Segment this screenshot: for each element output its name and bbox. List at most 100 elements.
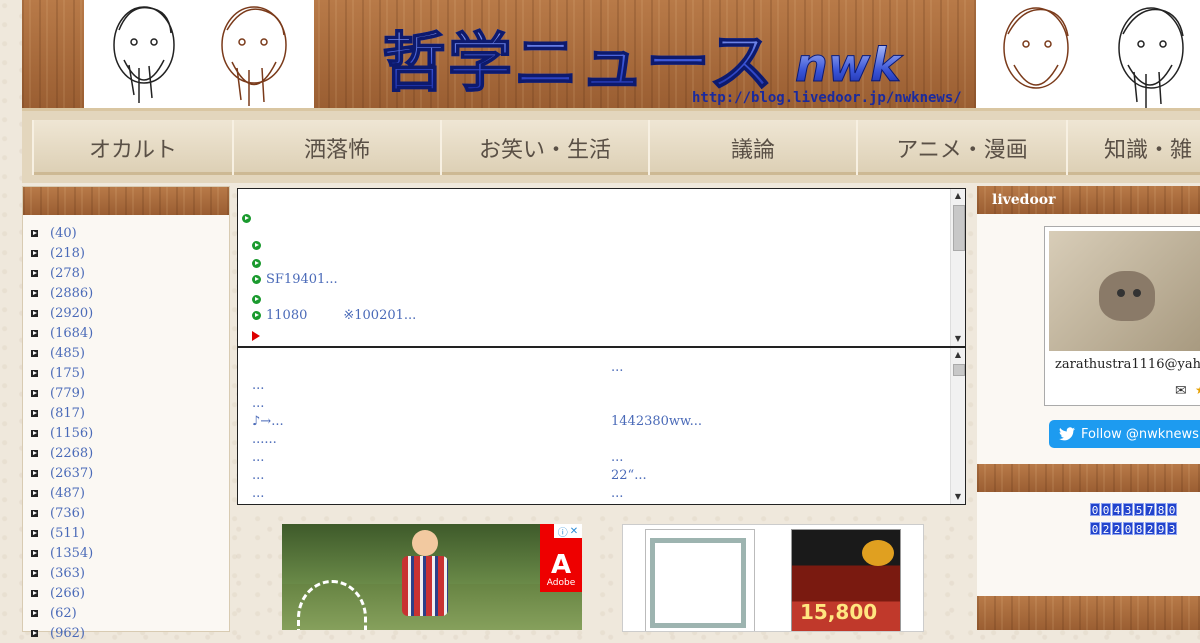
category-count[interactable]: (485) — [50, 346, 85, 361]
category-count[interactable]: (962) — [50, 626, 85, 641]
category-count[interactable]: (2637) — [50, 466, 93, 481]
arrow-bullet-icon — [31, 449, 38, 457]
category-count[interactable]: (2886) — [50, 286, 93, 301]
twitter-follow-button[interactable]: Follow @nwknews — [1049, 420, 1200, 448]
category-count[interactable]: (1156) — [50, 426, 93, 441]
scroll-down-icon[interactable]: ▼ — [951, 490, 965, 504]
site-title-suffix[interactable]: nwk — [795, 38, 902, 93]
news-link[interactable]: ... — [252, 468, 284, 486]
list-item[interactable]: (2268) — [31, 443, 229, 463]
close-icon[interactable]: ✕ — [570, 526, 578, 537]
news-link[interactable]: ... — [252, 450, 284, 468]
news-link[interactable] — [611, 432, 702, 450]
profile-email[interactable]: zarathustra1116@yahoo.c — [1055, 357, 1200, 372]
advertisement-products[interactable]: 15,800 — [622, 524, 924, 632]
news-column-left: ... ... ♪→... ...... ... ... ... — [252, 360, 284, 504]
osechi-product-image[interactable]: 15,800 — [791, 529, 901, 631]
news-link[interactable]: ♪→... — [252, 414, 284, 432]
scrollbar[interactable]: ▲ ▼ — [950, 348, 965, 504]
arrow-bullet-icon — [31, 569, 38, 577]
ad-choices[interactable]: ⓘ ✕ — [554, 524, 582, 539]
list-item[interactable]: (40) — [31, 223, 229, 243]
category-count[interactable]: (40) — [50, 226, 77, 241]
feed-item[interactable]: 11080 ※100201... — [252, 308, 416, 323]
news-link[interactable] — [611, 378, 702, 396]
news-link[interactable]: ... — [252, 486, 284, 504]
nav-item-debate[interactable]: 議論 — [648, 120, 858, 175]
news-link[interactable]: ... — [252, 396, 284, 414]
category-count[interactable]: (736) — [50, 506, 85, 521]
nav-item-knowledge[interactable]: 知識・雑 — [1066, 120, 1200, 175]
list-item[interactable]: (736) — [31, 503, 229, 523]
list-item[interactable]: (266) — [31, 583, 229, 603]
category-count[interactable]: (2268) — [50, 446, 93, 461]
advertisement-adobe[interactable]: A Adobe ⓘ ✕ — [282, 524, 582, 630]
news-link[interactable] — [611, 396, 702, 414]
category-count[interactable]: (2920) — [50, 306, 93, 321]
category-count[interactable]: (487) — [50, 486, 85, 501]
news-link[interactable]: 22“... — [611, 468, 702, 486]
counter-digit: 5 — [1134, 503, 1144, 517]
category-count[interactable]: (218) — [50, 246, 85, 261]
list-item[interactable]: (485) — [31, 343, 229, 363]
list-item[interactable]: (817) — [31, 403, 229, 423]
news-link[interactable]: ... — [611, 486, 702, 504]
news-link[interactable]: ... — [611, 450, 702, 468]
site-url[interactable]: http://blog.livedoor.jp/nwknews/ — [692, 90, 962, 106]
news-link[interactable] — [252, 360, 284, 378]
list-item[interactable]: (175) — [31, 363, 229, 383]
category-count[interactable]: (511) — [50, 526, 85, 541]
list-item[interactable]: (363) — [31, 563, 229, 583]
news-link[interactable]: ... — [611, 360, 702, 378]
category-count[interactable]: (62) — [50, 606, 77, 621]
product-image-box[interactable] — [645, 529, 755, 631]
info-icon[interactable]: ⓘ — [558, 524, 568, 539]
list-item[interactable]: (511) — [31, 523, 229, 543]
list-item[interactable]: (62) — [31, 603, 229, 623]
scroll-thumb[interactable] — [953, 205, 965, 251]
category-count[interactable]: (817) — [50, 406, 85, 421]
scroll-up-icon[interactable]: ▲ — [951, 189, 965, 203]
list-item[interactable]: (278) — [31, 263, 229, 283]
nav-item-sharekowa[interactable]: 洒落怖 — [232, 120, 442, 175]
list-item[interactable]: (1354) — [31, 543, 229, 563]
category-count[interactable]: (1684) — [50, 326, 93, 341]
list-item[interactable]: (962) — [31, 623, 229, 643]
scrollbar[interactable]: ▲ ▼ — [950, 189, 965, 346]
scroll-thumb[interactable] — [953, 364, 965, 376]
news-link[interactable]: ... — [252, 378, 284, 396]
list-item[interactable]: (2637) — [31, 463, 229, 483]
scroll-down-icon[interactable]: ▼ — [951, 332, 965, 346]
list-item[interactable]: (1156) — [31, 423, 229, 443]
list-item[interactable]: (2886) — [31, 283, 229, 303]
category-nav: オカルト 洒落怖 お笑い・生活 議論 アニメ・漫画 知識・雑 — [22, 108, 1200, 183]
nav-item-occult[interactable]: オカルト — [32, 120, 234, 175]
feed-item[interactable] — [252, 328, 260, 343]
list-item[interactable]: (218) — [31, 243, 229, 263]
feed-item[interactable] — [242, 211, 256, 226]
news-link[interactable]: 1442380ww... — [611, 414, 702, 432]
list-item[interactable]: (2920) — [31, 303, 229, 323]
list-item[interactable]: (779) — [31, 383, 229, 403]
mail-icon[interactable]: ✉ — [1175, 383, 1187, 399]
category-count[interactable]: (266) — [50, 586, 85, 601]
feed-item[interactable] — [252, 256, 266, 271]
category-count[interactable]: (779) — [50, 386, 85, 401]
category-count[interactable]: (175) — [50, 366, 85, 381]
feed-item[interactable] — [252, 292, 266, 307]
star-icon[interactable]: ★ — [1195, 383, 1200, 397]
news-link[interactable]: ...... — [252, 432, 284, 450]
scroll-up-icon[interactable]: ▲ — [951, 348, 965, 362]
feed-item[interactable]: SF19401... — [252, 272, 338, 287]
news-links-box[interactable]: ... ... ♪→... ...... ... ... ... ... 144… — [237, 347, 966, 505]
category-count[interactable]: (278) — [50, 266, 85, 281]
nav-item-anime-manga[interactable]: アニメ・漫画 — [856, 120, 1068, 175]
feed-item[interactable] — [252, 238, 266, 253]
rss-feed-box[interactable]: SF19401... 11080 ※100201... ▲ ▼ — [237, 188, 966, 348]
kitten-photo[interactable] — [1049, 231, 1200, 351]
list-item[interactable]: (487) — [31, 483, 229, 503]
nav-item-comedy-life[interactable]: お笑い・生活 — [440, 120, 650, 175]
category-count[interactable]: (1354) — [50, 546, 93, 561]
category-count[interactable]: (363) — [50, 566, 85, 581]
list-item[interactable]: (1684) — [31, 323, 229, 343]
